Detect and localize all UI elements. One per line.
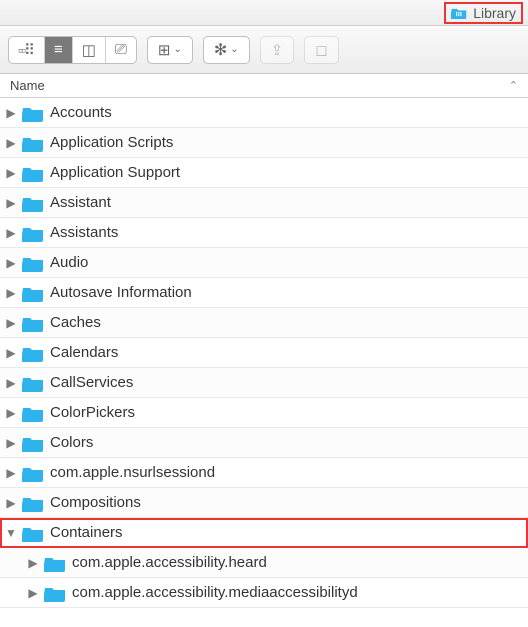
disclosure-closed-icon[interactable]: ▶ (4, 286, 18, 300)
list-item[interactable]: ▶ Application Scripts (0, 128, 528, 158)
disclosure-closed-icon[interactable]: ▶ (4, 466, 18, 480)
list-item[interactable]: ▶ CallServices (0, 368, 528, 398)
list-item[interactable]: ▶ Accounts (0, 98, 528, 128)
disclosure-closed-icon[interactable]: ▶ (4, 136, 18, 150)
disclosure-closed-icon[interactable]: ▶ (4, 316, 18, 330)
disclosure-closed-icon[interactable]: ▶ (26, 556, 40, 570)
action-button[interactable]: ✻⌄ (203, 36, 250, 64)
list-item[interactable]: ▶ Assistants (0, 218, 528, 248)
item-label: Application Support (50, 164, 528, 181)
item-label: com.apple.nsurlsessiond (50, 464, 528, 481)
file-list: ▶ Accounts ▶ Application Scripts ▶ Applicatio… (0, 98, 528, 608)
disclosure-closed-icon[interactable]: ▶ (4, 436, 18, 450)
window-titlebar: Library (0, 0, 528, 26)
folder-icon (22, 224, 44, 242)
folder-icon (22, 314, 44, 332)
folder-icon (22, 194, 44, 212)
item-label: Compositions (50, 494, 528, 511)
list-icon: ≡ (54, 41, 63, 58)
arrange-icon: ⊞ (158, 41, 171, 59)
list-item[interactable]: ▶ Compositions (0, 488, 528, 518)
folder-icon (22, 464, 44, 482)
folder-icon (44, 584, 66, 602)
disclosure-closed-icon[interactable]: ▶ (4, 196, 18, 210)
disclosure-closed-icon[interactable]: ▶ (4, 226, 18, 240)
coverflow-view-button[interactable]: ⎚ (105, 37, 136, 63)
disclosure-closed-icon[interactable]: ▶ (26, 586, 40, 600)
disclosure-closed-icon[interactable]: ▶ (4, 166, 18, 180)
list-item[interactable]: ▶ Audio (0, 248, 528, 278)
columns-icon: ◫ (82, 41, 96, 59)
tag-icon: ◻ (315, 41, 327, 59)
chevron-down-icon: ⌄ (230, 44, 238, 55)
item-label: com.apple.accessibility.heard (72, 554, 528, 571)
grid-icon: ▫▫ (18, 42, 24, 58)
list-item[interactable]: ▶ com.apple.accessibility.heard (0, 548, 528, 578)
view-segment: ▫▫⠿ ≡ ◫ ⎚ (8, 36, 137, 64)
folder-icon (44, 554, 66, 572)
folder-icon (22, 104, 44, 122)
window-title: Library (473, 5, 516, 21)
sort-indicator-icon: ⌃ (509, 79, 518, 92)
window-title-proxy[interactable]: Library (447, 5, 520, 21)
list-item[interactable]: ▼ Containers (0, 518, 528, 548)
share-icon: ⇪ (271, 41, 284, 59)
folder-icon (22, 404, 44, 422)
item-label: Application Scripts (50, 134, 528, 151)
item-label: Accounts (50, 104, 528, 121)
item-label: Assistants (50, 224, 528, 241)
item-label: Colors (50, 434, 528, 451)
icon-view-button[interactable]: ▫▫⠿ (9, 37, 44, 63)
item-label: Assistant (50, 194, 528, 211)
list-item[interactable]: ▶ com.apple.nsurlsessiond (0, 458, 528, 488)
disclosure-closed-icon[interactable]: ▶ (4, 106, 18, 120)
disclosure-closed-icon[interactable]: ▶ (4, 496, 18, 510)
list-item[interactable]: ▶ com.apple.accessibility.mediaaccessibil… (0, 578, 528, 608)
item-label: Autosave Information (50, 284, 528, 301)
folder-icon (22, 344, 44, 362)
column-view-button[interactable]: ◫ (72, 37, 105, 63)
coverflow-icon: ⎚ (115, 41, 127, 58)
item-label: com.apple.accessibility.mediaaccessibili… (72, 584, 528, 601)
item-label: Audio (50, 254, 528, 271)
disclosure-closed-icon[interactable]: ▶ (4, 346, 18, 360)
library-folder-icon (451, 6, 467, 19)
list-item[interactable]: ▶ Colors (0, 428, 528, 458)
item-label: Containers (50, 524, 528, 541)
chevron-down-icon: ⌄ (173, 44, 181, 55)
folder-icon (22, 494, 44, 512)
folder-icon (22, 134, 44, 152)
folder-icon (22, 254, 44, 272)
list-item[interactable]: ▶ Application Support (0, 158, 528, 188)
disclosure-open-icon[interactable]: ▼ (4, 526, 18, 540)
list-item[interactable]: ▶ Caches (0, 308, 528, 338)
gear-icon: ✻ (214, 40, 227, 60)
tags-button[interactable]: ◻ (304, 36, 338, 64)
folder-icon (22, 434, 44, 452)
share-button[interactable]: ⇪ (260, 36, 295, 64)
folder-icon (22, 374, 44, 392)
item-label: Calendars (50, 344, 528, 361)
arrange-button[interactable]: ⊞⌄ (147, 36, 193, 64)
list-item[interactable]: ▶ ColorPickers (0, 398, 528, 428)
list-item[interactable]: ▶ Calendars (0, 338, 528, 368)
disclosure-closed-icon[interactable]: ▶ (4, 406, 18, 420)
column-header-label: Name (10, 78, 45, 93)
column-header-name[interactable]: Name ⌃ (0, 74, 528, 98)
list-item[interactable]: ▶ Assistant (0, 188, 528, 218)
disclosure-closed-icon[interactable]: ▶ (4, 376, 18, 390)
list-item[interactable]: ▶ Autosave Information (0, 278, 528, 308)
folder-icon (22, 164, 44, 182)
toolbar: ▫▫⠿ ≡ ◫ ⎚ ⊞⌄ ✻⌄ ⇪ ◻ (0, 26, 528, 74)
item-label: CallServices (50, 374, 528, 391)
item-label: ColorPickers (50, 404, 528, 421)
folder-icon (22, 524, 44, 542)
item-label: Caches (50, 314, 528, 331)
folder-icon (22, 284, 44, 302)
list-view-button[interactable]: ≡ (44, 37, 72, 63)
disclosure-closed-icon[interactable]: ▶ (4, 256, 18, 270)
